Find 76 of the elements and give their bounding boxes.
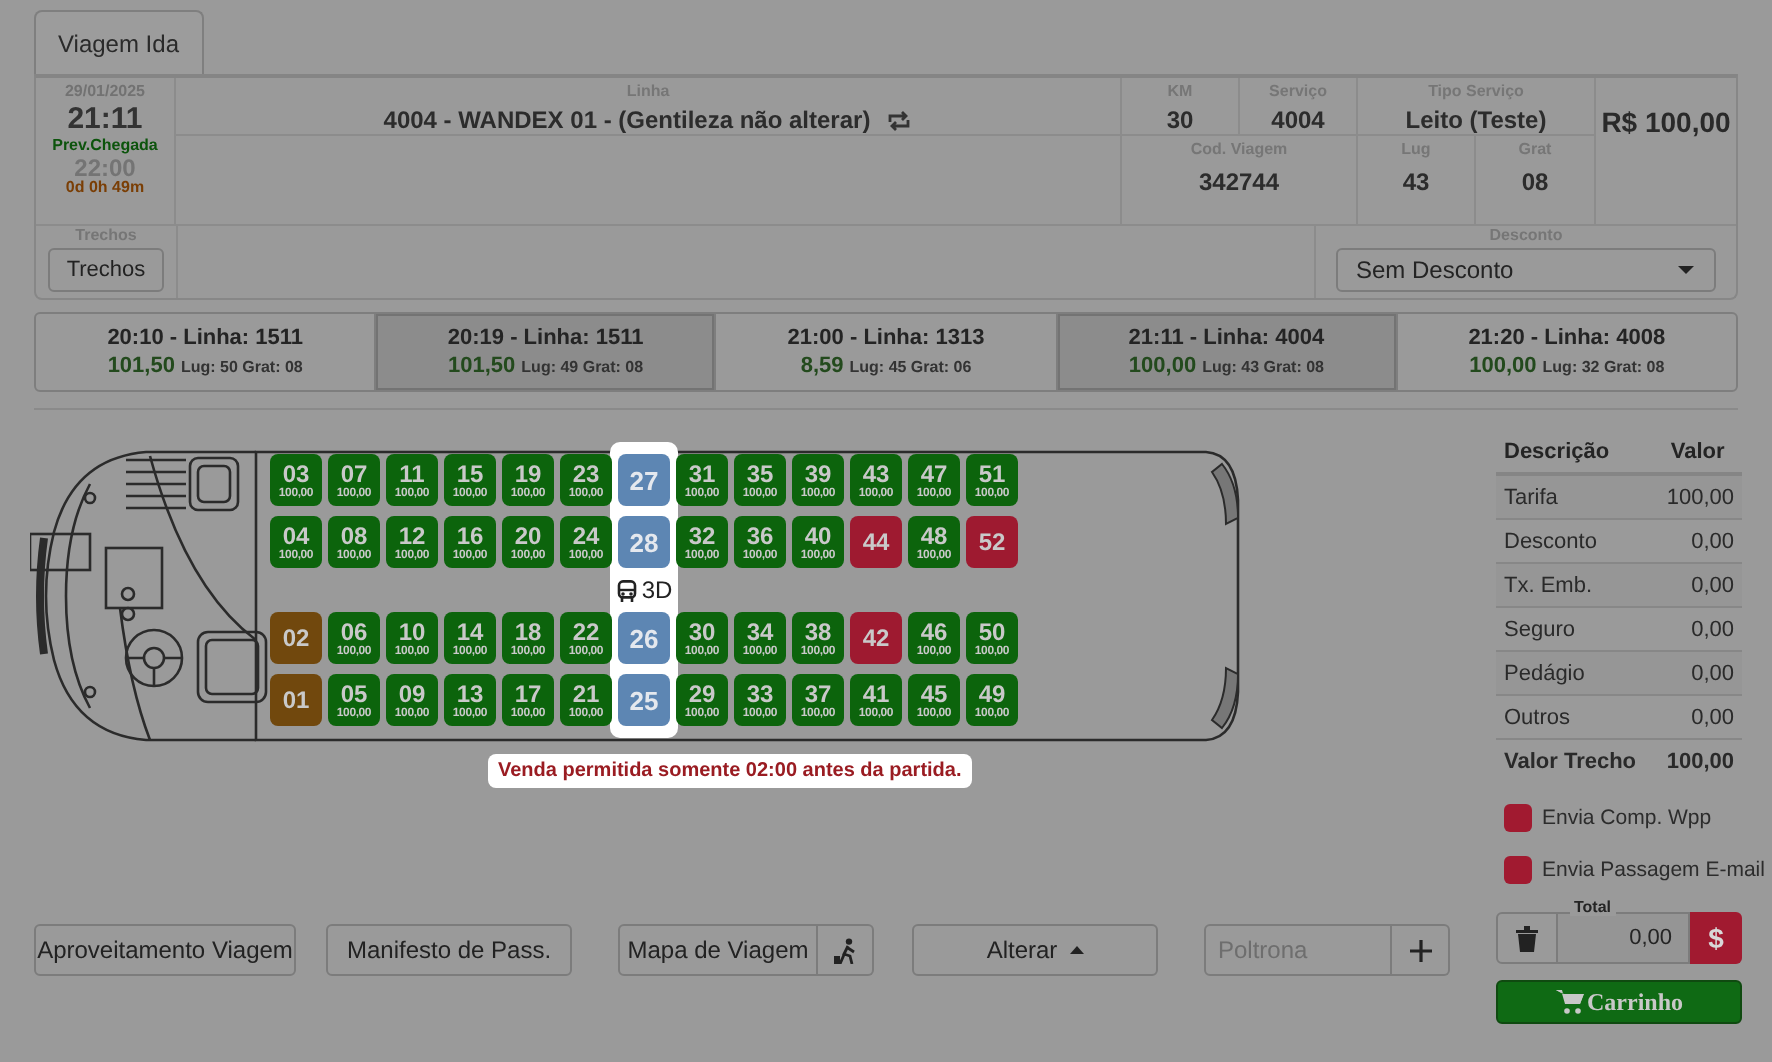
departure-seats: Lug: 43 Grat: 08: [1202, 358, 1324, 376]
table-cell: Pedágio: [1496, 651, 1654, 695]
seat-button[interactable]: 44: [850, 516, 902, 568]
departure-option[interactable]: 21:11 - Linha: 4004 100,00 Lug: 43 Grat: 08: [1057, 314, 1398, 390]
departure-seats: Lug: 45 Grat: 06: [849, 358, 972, 376]
table-cell: Tarifa: [1496, 474, 1654, 519]
segments-button[interactable]: Trechos: [48, 248, 164, 292]
departure-fare: 8,59: [800, 354, 844, 378]
repeat-icon[interactable]: [886, 109, 913, 131]
trip-map-button[interactable]: Mapa de Viagem: [618, 924, 818, 976]
seat-button[interactable]: 02: [270, 612, 322, 664]
checkbox[interactable]: [1504, 804, 1532, 832]
table-cell: 0,00: [1653, 651, 1742, 695]
discount-select[interactable]: Sem Desconto: [1336, 248, 1716, 292]
add-seat-button[interactable]: [1392, 924, 1450, 976]
trash-icon: [1516, 925, 1538, 951]
departure-title: 20:19 - Linha: 1511: [447, 326, 644, 350]
table-cell: Valor Trecho: [1496, 739, 1654, 782]
checkbox-label: Envia Comp. Wpp: [1542, 806, 1712, 830]
passenger-button[interactable]: [818, 924, 874, 976]
departure-fare: 100,00: [1469, 354, 1537, 378]
deck-label: 3D: [641, 576, 673, 604]
seat-button[interactable]: 52: [966, 516, 1018, 568]
seat-button[interactable]: 42: [850, 612, 902, 664]
table-cell: 100,00: [1653, 739, 1742, 782]
field-value: 30: [1166, 106, 1194, 134]
pay-button[interactable]: $: [1690, 912, 1742, 964]
departure-option[interactable]: 20:19 - Linha: 1511 101,50 Lug: 49 Grat: 08: [376, 314, 717, 390]
plus-icon: [1409, 939, 1431, 961]
trip-price: R$ 100,00: [1601, 106, 1731, 142]
seat-button[interactable]: 25: [618, 674, 670, 726]
alter-button[interactable]: Alterar: [912, 924, 1158, 976]
seat-button[interactable]: 01: [270, 674, 322, 726]
departure-seats: Lug: 50 Grat: 08: [180, 358, 303, 376]
field-value: 4004: [1271, 106, 1325, 134]
departure-fare: 101,50: [448, 354, 516, 378]
caret-icon: [1678, 266, 1694, 274]
field-value: 342744: [1198, 168, 1280, 196]
departure-title: 21:11 - Linha: 4004: [1128, 326, 1325, 350]
table-cell: Tx. Emb.: [1496, 563, 1654, 607]
cart-button[interactable]: Carrinho: [1496, 980, 1742, 1024]
field-value: 43: [1402, 168, 1430, 196]
departure-fare: 101,50: [107, 354, 175, 378]
trip-usage-button[interactable]: Aproveitamento Viagem: [34, 924, 296, 976]
line-name: 4004 - WANDEX 01 - (Gentileza não alterar): [383, 106, 871, 134]
arrival-label: Prev.Chegada: [52, 138, 158, 156]
manifest-button[interactable]: Manifesto de Pass.: [326, 924, 572, 976]
total-label: Total: [1570, 898, 1616, 916]
trip-duration: 0d 0h 49m: [65, 180, 145, 198]
field-value: Leito (Teste): [1405, 106, 1547, 134]
tab[interactable]: Viagem Ida: [34, 10, 203, 74]
table-cell: 100,00: [1653, 474, 1742, 519]
sale-notice: Venda permitida somente 02:00 antes da partida.: [488, 754, 972, 788]
walking-person-icon: [833, 937, 857, 963]
departure-time: 21:11: [67, 104, 143, 137]
total-field[interactable]: 0,00: [1558, 912, 1690, 964]
bus-icon: [615, 579, 638, 601]
departure-title: 21:20 - Linha: 4008: [1468, 326, 1666, 350]
table-cell: 0,00: [1653, 695, 1742, 739]
departure-seats: Lug: 49 Grat: 08: [521, 358, 644, 376]
departure-option[interactable]: 21:20 - Linha: 4008 100,00 Lug: 32 Grat: 08: [1397, 314, 1737, 390]
checkbox[interactable]: [1504, 856, 1532, 884]
caret-icon: [1069, 946, 1084, 954]
table-cell: 0,00: [1653, 563, 1742, 607]
cart-icon: [1555, 990, 1583, 1014]
delete-button[interactable]: [1496, 912, 1558, 964]
seat-button[interactable]: 27: [618, 454, 670, 506]
checkbox-label: Envia Passagem E-mail: [1542, 858, 1765, 882]
field-value: 08: [1521, 168, 1549, 196]
seat-button[interactable]: 28: [618, 516, 670, 568]
departure-title: 20:10 - Linha: 1511: [107, 326, 304, 350]
departure-seats: Lug: 32 Grat: 08: [1542, 358, 1665, 376]
seat-button[interactable]: 26: [618, 612, 670, 664]
departure-fare: 100,00: [1128, 354, 1197, 378]
table-cell: Outros: [1496, 695, 1654, 739]
departure-title: 21:00 - Linha: 1313: [787, 326, 985, 350]
